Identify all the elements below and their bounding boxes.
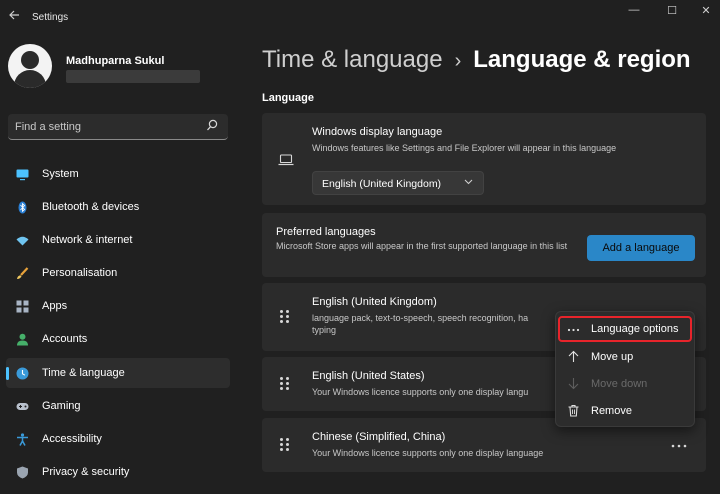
drag-handle-icon[interactable] — [280, 377, 290, 391]
gamepad-icon — [16, 400, 29, 413]
sidebar-item-accounts[interactable]: Accounts — [6, 324, 230, 354]
sidebar-item-label: System — [42, 168, 79, 180]
drag-handle-icon[interactable] — [280, 438, 290, 452]
sidebar-item-system[interactable]: System — [6, 159, 230, 189]
sidebar-item-time-language[interactable]: Time & language — [6, 358, 230, 388]
maximize-button[interactable]: ☐ — [664, 4, 680, 18]
trash-icon — [567, 404, 580, 417]
search-input[interactable] — [8, 114, 198, 139]
search-box[interactable] — [8, 114, 228, 140]
globe-clock-icon — [16, 367, 29, 380]
back-arrow-icon[interactable] — [8, 9, 20, 21]
menu-item-label: Move down — [591, 378, 648, 390]
sidebar-item-privacy[interactable]: Privacy & security — [6, 457, 230, 487]
language-detail: language pack, text-to-speech, speech re… — [312, 313, 529, 323]
wifi-icon — [16, 234, 29, 247]
drag-handle-icon[interactable] — [280, 310, 290, 324]
search-icon[interactable] — [206, 119, 218, 133]
user-email-redacted — [66, 70, 200, 83]
display-language-dropdown[interactable]: English (United Kingdom) — [312, 171, 484, 195]
apps-icon — [16, 300, 29, 313]
menu-item-move-down: Move down — [560, 372, 690, 396]
language-detail-continued: typing — [312, 325, 337, 335]
language-context-menu: Language options Move up Move down Remov… — [555, 311, 695, 427]
menu-item-language-options[interactable]: Language options — [558, 316, 692, 342]
bluetooth-icon — [16, 201, 29, 214]
language-detail: Your Windows licence supports only one d… — [312, 387, 529, 397]
sidebar-item-label: Network & internet — [42, 234, 133, 246]
sidebar-item-accessibility[interactable]: Accessibility — [6, 424, 230, 454]
more-icon — [567, 323, 580, 336]
menu-item-remove[interactable]: Remove — [560, 399, 690, 423]
display-language-card: Windows display language Windows feature… — [262, 113, 706, 205]
user-name: Madhuparna Sukul — [66, 55, 165, 67]
sidebar-item-apps[interactable]: Apps — [6, 291, 230, 321]
sidebar-item-personalisation[interactable]: Personalisation — [6, 258, 230, 288]
minimize-button[interactable]: — — [626, 4, 642, 18]
preferred-languages-description: Microsoft Store apps will appear in the … — [276, 241, 568, 251]
chevron-down-icon — [464, 176, 473, 191]
sidebar-item-label: Accessibility — [42, 433, 102, 445]
display-language-title: Windows display language — [312, 126, 443, 138]
sidebar-item-label: Privacy & security — [42, 466, 130, 478]
add-language-button[interactable]: Add a language — [587, 235, 695, 261]
menu-item-label: Move up — [591, 351, 634, 363]
display-language-selected: English (United Kingdom) — [322, 178, 442, 190]
more-options-icon[interactable] — [670, 440, 688, 452]
sidebar-item-label: Apps — [42, 300, 68, 312]
menu-item-move-up[interactable]: Move up — [560, 345, 690, 369]
breadcrumb-separator: › — [454, 50, 462, 72]
person-icon — [16, 333, 29, 346]
breadcrumb-current: Language & region — [473, 46, 691, 73]
language-name: Chinese (Simplified, China) — [312, 431, 446, 443]
arrow-down-icon — [567, 377, 580, 390]
sidebar-item-network[interactable]: Network & internet — [6, 225, 230, 255]
breadcrumb-time-language[interactable]: Time & language — [262, 46, 443, 73]
title-bar: Settings — ☐ ✕ — [0, 0, 720, 34]
user-profile[interactable]: Madhuparna Sukul — [8, 44, 228, 100]
language-detail: Your Windows licence supports only one d… — [312, 448, 544, 458]
brush-icon — [16, 267, 29, 280]
page-title: Time & language › Language & region — [262, 46, 691, 74]
arrow-up-icon — [567, 350, 580, 363]
menu-item-label: Remove — [591, 405, 632, 417]
display-language-description: Windows features like Settings and File … — [312, 143, 617, 153]
avatar — [8, 44, 52, 88]
sidebar-item-label: Bluetooth & devices — [42, 201, 140, 213]
window-title: Settings — [32, 12, 69, 23]
preferred-languages-title: Preferred languages — [276, 226, 376, 238]
laptop-icon — [278, 153, 294, 171]
monitor-icon — [16, 168, 29, 181]
language-name: English (United Kingdom) — [312, 296, 437, 308]
menu-item-label: Language options — [591, 323, 679, 335]
sidebar-item-bluetooth[interactable]: Bluetooth & devices — [6, 192, 230, 222]
accessibility-icon — [16, 433, 29, 446]
preferred-languages-card: Preferred languages Microsoft Store apps… — [262, 213, 706, 277]
language-name: English (United States) — [312, 370, 425, 382]
sidebar-item-label: Accounts — [42, 333, 88, 345]
sidebar-item-label: Personalisation — [42, 267, 118, 279]
sidebar-item-label: Time & language — [42, 367, 125, 379]
close-button[interactable]: ✕ — [698, 4, 714, 18]
sidebar-item-gaming[interactable]: Gaming — [6, 391, 230, 421]
sidebar-item-label: Gaming — [42, 400, 81, 412]
section-heading-language: Language — [262, 92, 314, 104]
shield-icon — [16, 466, 29, 479]
